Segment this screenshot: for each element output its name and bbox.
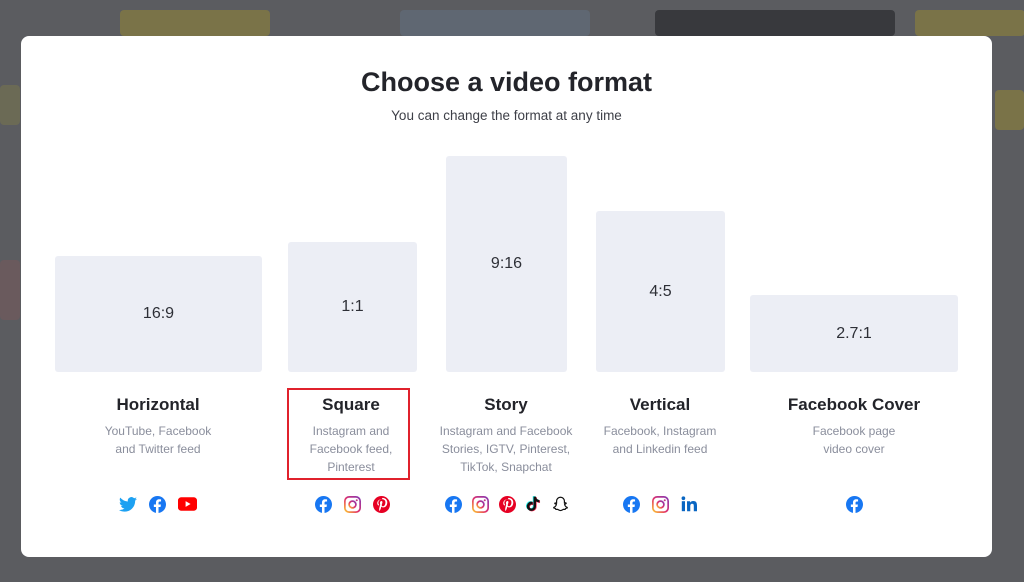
format-desc-horizontal: YouTube, Facebook and Twitter feed bbox=[104, 424, 212, 456]
facebook-icon bbox=[845, 495, 863, 513]
format-preview-story[interactable]: 9:16 bbox=[446, 156, 567, 372]
linkedin-icon bbox=[681, 496, 697, 512]
background-panel-block bbox=[0, 85, 20, 125]
format-ratio: 4:5 bbox=[649, 282, 672, 300]
background-toolbar-block bbox=[655, 10, 895, 36]
pinterest-icon bbox=[499, 495, 516, 513]
facebook-icon bbox=[623, 495, 640, 513]
format-ratio: 16:9 bbox=[142, 305, 175, 322]
format-preview-facebook-cover[interactable]: 2.7:1 bbox=[750, 295, 958, 372]
format-ratio: 1:1 bbox=[341, 298, 364, 315]
facebook-icon bbox=[314, 495, 332, 513]
facebook-icon bbox=[149, 495, 166, 513]
background-toolbar-block bbox=[120, 10, 270, 36]
instagram-icon bbox=[472, 495, 489, 513]
facebook-icon bbox=[445, 495, 462, 513]
modal-subtitle: You can change the format at any time bbox=[391, 108, 622, 123]
format-ratio: 2.7:1 bbox=[836, 324, 872, 342]
format-preview-square[interactable]: 1:1 bbox=[288, 242, 417, 372]
youtube-icon bbox=[178, 497, 197, 511]
format-name-vertical[interactable]: Vertical bbox=[560, 395, 760, 415]
twitter-icon bbox=[119, 496, 137, 512]
format-name-horizontal[interactable]: Horizontal bbox=[58, 395, 258, 415]
format-desc-facebook-cover: Facebook page video cover bbox=[812, 424, 896, 456]
modal-title: Choose a video format bbox=[360, 67, 653, 97]
format-preview-horizontal[interactable]: 16:9 bbox=[55, 256, 262, 372]
format-name-facebook-cover[interactable]: Facebook Cover bbox=[754, 395, 954, 415]
pinterest-icon bbox=[372, 495, 390, 513]
background-panel-block bbox=[0, 260, 20, 320]
selected-format-highlight bbox=[287, 388, 410, 480]
format-icons-horizontal bbox=[58, 494, 258, 514]
background-toolbar-block bbox=[400, 10, 590, 36]
format-icons-facebook-cover bbox=[754, 494, 954, 514]
background-toolbar-block bbox=[915, 10, 1024, 36]
video-format-modal: Choose a video format You can change the… bbox=[21, 36, 992, 557]
background-panel-block bbox=[995, 90, 1024, 130]
format-icons-vertical bbox=[560, 494, 760, 514]
tiktok-icon bbox=[526, 495, 541, 511]
instagram-icon bbox=[343, 495, 361, 513]
instagram-icon bbox=[652, 495, 669, 513]
format-ratio: 9:16 bbox=[490, 255, 523, 272]
format-desc-vertical: Facebook, Instagram and Linkedin feed bbox=[603, 424, 717, 456]
format-preview-vertical[interactable]: 4:5 bbox=[596, 211, 725, 372]
